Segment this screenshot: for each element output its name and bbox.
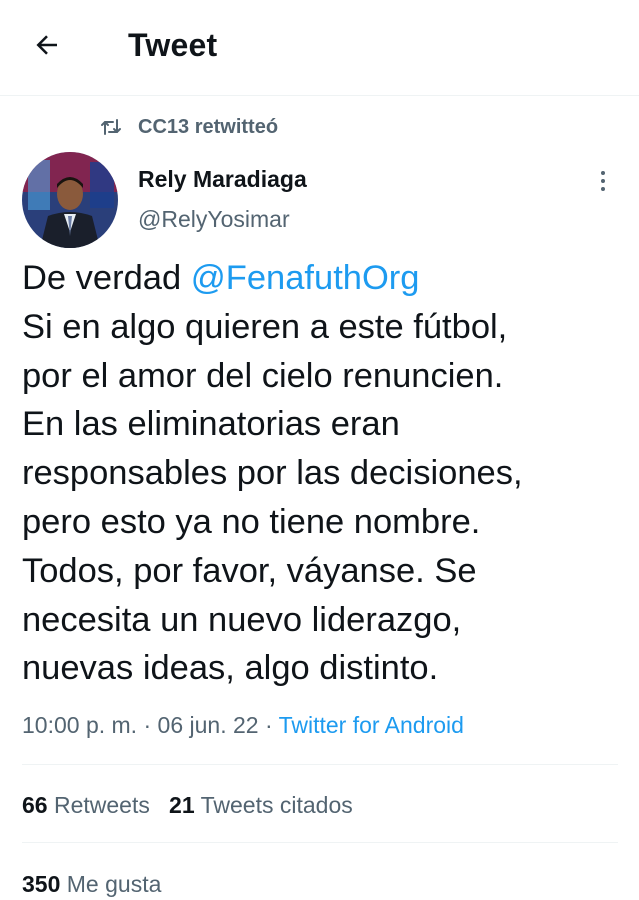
retweet-context[interactable]: CC13 retwitteó — [96, 112, 278, 142]
avatar[interactable] — [22, 152, 118, 248]
likes-stat[interactable]: 350 Me gusta — [22, 871, 161, 898]
meta-separator: · — [258, 712, 279, 738]
more-dot — [601, 179, 605, 183]
quotes-stat[interactable]: 21 Tweets citados — [169, 792, 353, 818]
quotes-label: Tweets citados — [200, 792, 353, 818]
back-button[interactable] — [22, 22, 72, 72]
tweet-source[interactable]: Twitter for Android — [279, 712, 464, 738]
likes-label: Me gusta — [66, 871, 162, 897]
more-dot — [601, 187, 605, 191]
tweet-meta: 10:00 p. m. · 06 jun. 22 · Twitter for A… — [22, 712, 464, 739]
quotes-count: 21 — [169, 792, 195, 818]
mention-link[interactable]: @FenafuthOrg — [191, 259, 420, 297]
retweet-context-label: CC13 retwitteó — [138, 115, 279, 138]
meta-separator: · — [137, 712, 158, 738]
more-options-button[interactable] — [588, 166, 618, 196]
page-title: Tweet — [128, 27, 218, 63]
retweets-stat[interactable]: 66 Retweets — [22, 792, 150, 818]
more-dots-icon — [601, 171, 605, 175]
retweet-icon — [96, 112, 126, 142]
tweet-text: De verdad @FenafuthOrg Si en algo quiere… — [22, 254, 622, 693]
tweet-date[interactable]: 06 jun. 22 — [158, 712, 259, 738]
divider — [22, 764, 618, 765]
tweet-text-prefix: De verdad — [22, 259, 191, 297]
retweets-count: 66 — [22, 792, 48, 818]
divider — [22, 842, 618, 843]
top-bar: Tweet — [0, 0, 639, 96]
tweet-time[interactable]: 10:00 p. m. — [22, 712, 137, 738]
retweet-quote-stats: 66 Retweets 21 Tweets citados — [22, 792, 353, 819]
author-name[interactable]: Rely Maradiaga — [138, 166, 307, 193]
likes-count: 350 — [22, 871, 61, 897]
tweet-text-body: Si en algo quieren a este fútbol, por el… — [22, 307, 523, 688]
retweets-label: Retweets — [53, 792, 150, 818]
author-handle[interactable]: @RelyYosimar — [138, 206, 290, 233]
arrow-left-icon — [32, 30, 62, 65]
